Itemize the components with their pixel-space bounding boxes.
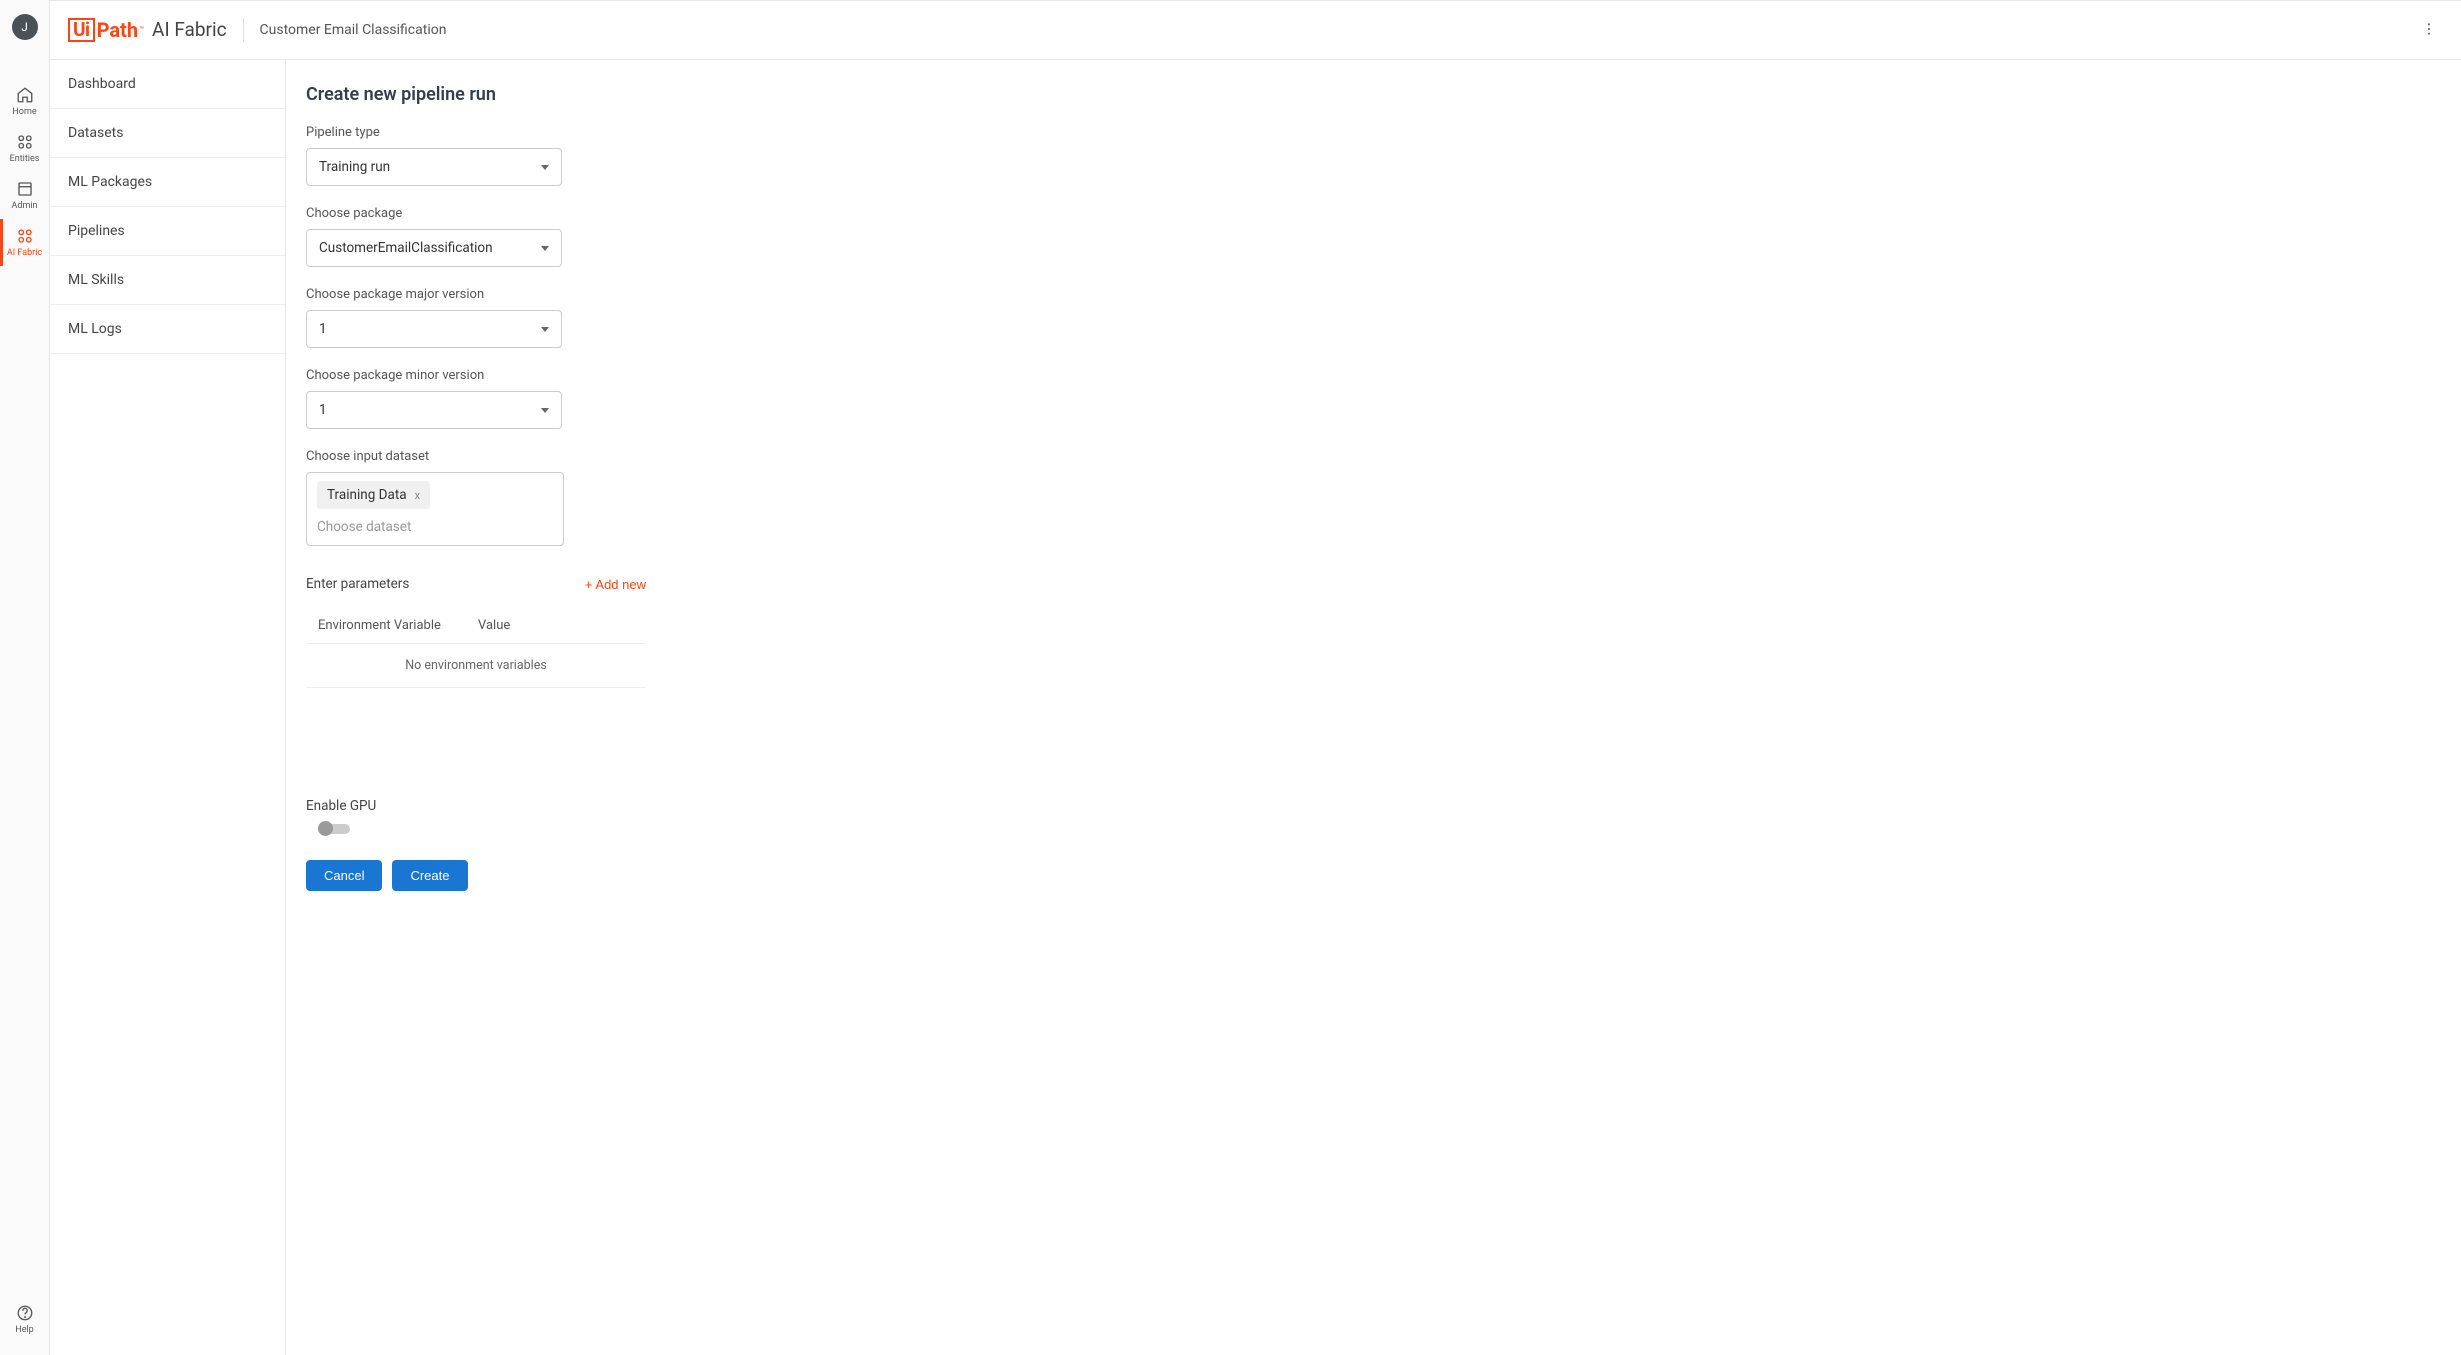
create-button[interactable]: Create [392, 860, 467, 891]
dropdown-minor-version[interactable]: 1 [306, 391, 562, 429]
label-gpu: Enable GPU [306, 798, 2441, 814]
dataset-placeholder: Choose dataset [317, 519, 411, 535]
rail-item-label: Help [15, 1325, 33, 1335]
rail-item-entities[interactable]: Entities [0, 125, 49, 172]
logo-path: Path [97, 18, 138, 42]
add-new-button[interactable]: + Add new [585, 577, 646, 592]
sidebar-item-mlskills[interactable]: ML Skills [50, 256, 285, 305]
admin-icon [16, 180, 34, 198]
sidebar-item-mllogs[interactable]: ML Logs [50, 305, 285, 354]
topbar: Ui Path ™ AI Fabric Customer Email Class… [50, 0, 2461, 60]
chevron-down-icon [541, 408, 549, 413]
dropdown-value: 1 [319, 402, 327, 418]
dataset-chip: Training Data x [317, 481, 430, 509]
home-icon [16, 86, 34, 104]
rail-item-help[interactable]: Help [0, 1296, 49, 1343]
label-pipeline-type: Pipeline type [306, 125, 2441, 140]
kebab-menu-button[interactable] [2415, 15, 2443, 46]
project-name: Customer Email Classification [260, 22, 447, 38]
avatar[interactable]: J [12, 14, 38, 40]
params-table-header: Environment Variable Value [306, 608, 646, 644]
sidebar-item-datasets[interactable]: Datasets [50, 109, 285, 158]
chevron-down-icon [541, 165, 549, 170]
dropdown-pipeline-type[interactable]: Training run [306, 148, 562, 186]
sidebar-item-dashboard[interactable]: Dashboard [50, 60, 285, 109]
params-title: Enter parameters [306, 576, 409, 592]
chip-label: Training Data [327, 487, 407, 503]
dropdown-package[interactable]: CustomerEmailClassification [306, 229, 562, 267]
gpu-toggle[interactable] [320, 824, 350, 834]
col-env-variable: Environment Variable [318, 618, 478, 633]
label-dataset: Choose input dataset [306, 449, 2441, 464]
dropdown-value: 1 [319, 321, 327, 337]
kebab-icon [2421, 21, 2437, 37]
chip-remove-icon[interactable]: x [415, 489, 420, 502]
cancel-button[interactable]: Cancel [306, 860, 382, 891]
entities-icon [16, 133, 34, 151]
label-minor-version: Choose package minor version [306, 368, 2441, 383]
brand-product: AI Fabric [152, 18, 226, 41]
content: Create new pipeline run Pipeline type Tr… [286, 60, 2461, 1355]
chevron-down-icon [541, 327, 549, 332]
brand-logo[interactable]: Ui Path ™ AI Fabric [68, 18, 227, 43]
chevron-down-icon [541, 246, 549, 251]
rail-item-admin[interactable]: Admin [0, 172, 49, 219]
label-package: Choose package [306, 206, 2441, 221]
help-icon [16, 1304, 34, 1322]
rail-item-label: AI Fabric [7, 248, 42, 258]
dropdown-value: CustomerEmailClassification [319, 240, 493, 256]
col-value: Value [478, 618, 510, 633]
dropdown-value: Training run [319, 159, 390, 175]
label-major-version: Choose package major version [306, 287, 2441, 302]
header-divider [243, 18, 244, 42]
rail-item-aifabric[interactable]: AI Fabric [0, 219, 49, 266]
icon-rail: J Home Entities Admin AI Fabric Help [0, 0, 50, 1355]
aifabric-icon [16, 227, 34, 245]
sidebar-item-mlpackages[interactable]: ML Packages [50, 158, 285, 207]
sidebar-item-pipelines[interactable]: Pipelines [50, 207, 285, 256]
params-empty-state: No environment variables [306, 644, 646, 688]
dropdown-major-version[interactable]: 1 [306, 310, 562, 348]
dataset-selector[interactable]: Training Data x Choose dataset [306, 472, 564, 546]
sidebar: Dashboard Datasets ML Packages Pipelines… [50, 60, 286, 1355]
page-title: Create new pipeline run [306, 84, 2441, 105]
rail-item-home[interactable]: Home [0, 78, 49, 125]
rail-item-label: Entities [10, 154, 40, 164]
logo-tm: ™ [139, 25, 144, 34]
rail-item-label: Admin [12, 201, 38, 211]
rail-item-label: Home [12, 107, 36, 117]
logo-ui: Ui [68, 18, 95, 43]
